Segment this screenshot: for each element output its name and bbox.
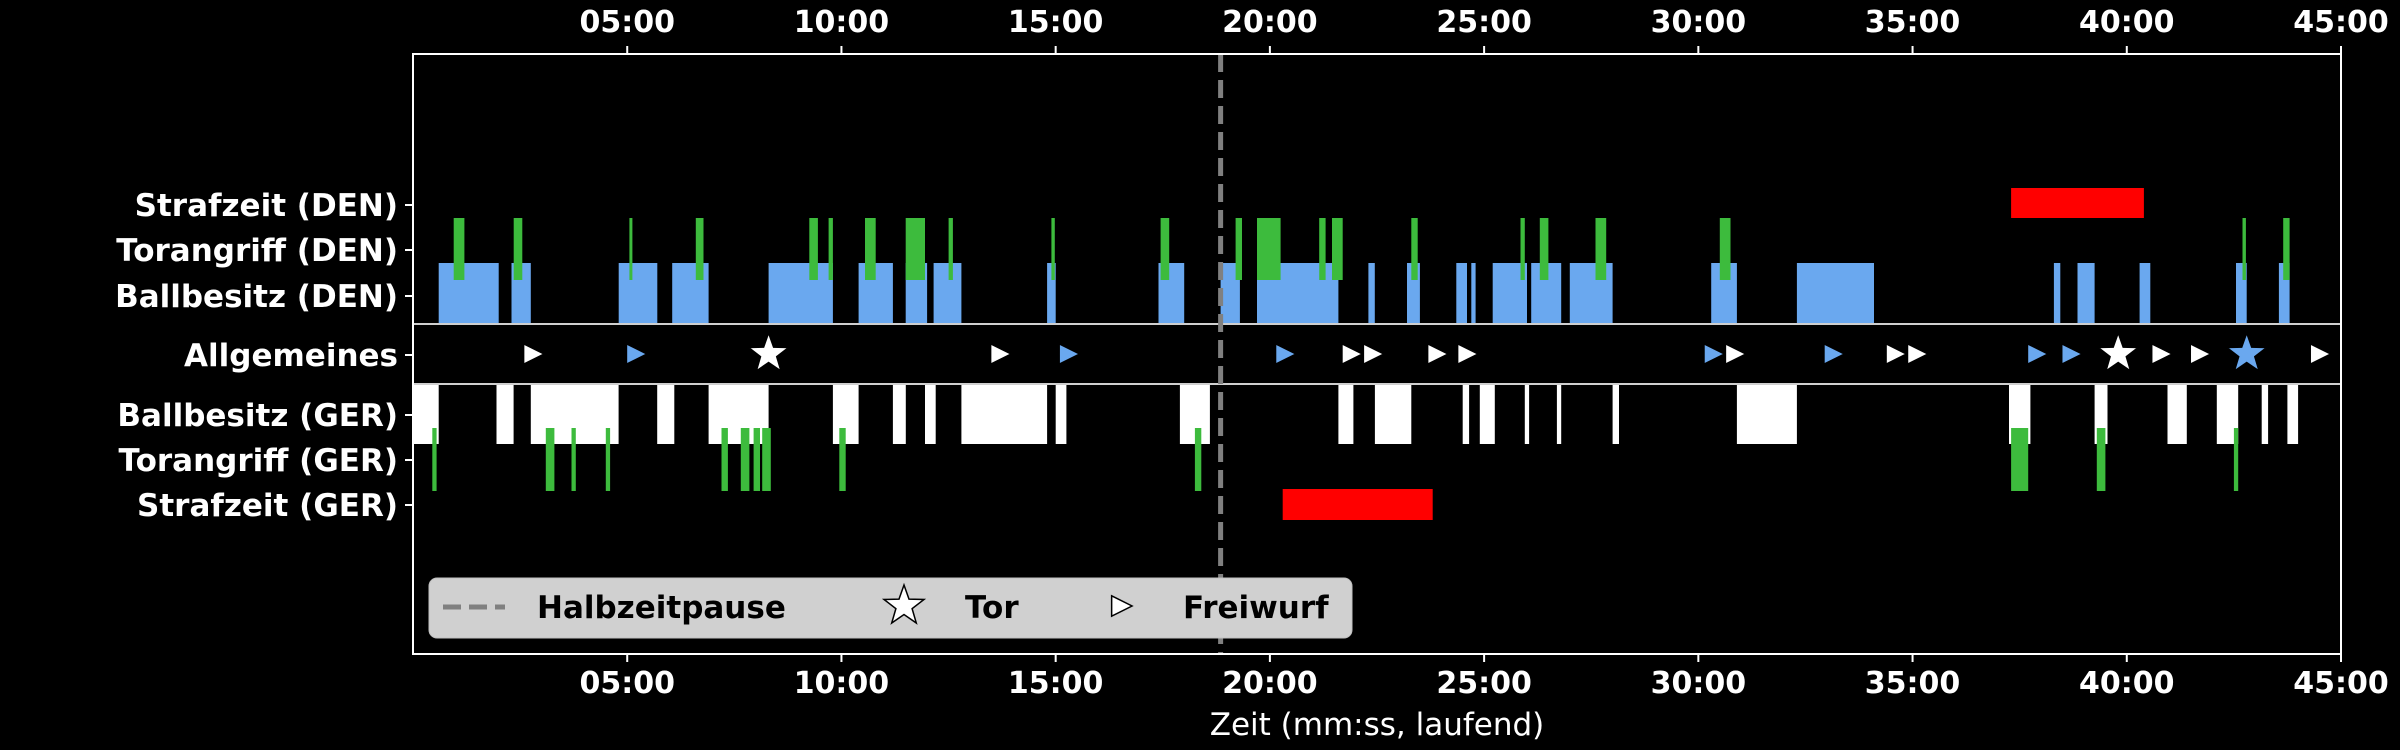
ballbesitz-den-bar: [618, 263, 658, 324]
ballbesitz-den-bar: [2053, 263, 2061, 324]
torangriff-den-bar: [1595, 218, 1607, 280]
torangriff-den-bar: [1235, 218, 1242, 280]
ballbesitz-ger-bar: [2261, 384, 2269, 444]
torangriff-den-bar: [513, 218, 523, 280]
ballbesitz-den-bar: [858, 263, 893, 324]
x-tick-label-top: 10:00: [794, 5, 890, 40]
ballbesitz-den-bar: [1471, 263, 1476, 324]
torangriff-den-bar: [809, 218, 818, 280]
row-label-strafzeit-ger: Strafzeit (GER): [137, 488, 398, 524]
torangriff-ger-bar: [753, 428, 760, 491]
x-tick-label-top: 40:00: [2079, 5, 2175, 40]
legend: Halbzeitpause Tor Freiwurf: [428, 577, 1353, 639]
torangriff-den-bar: [1332, 218, 1343, 280]
x-tick-label-bottom: 35:00: [1865, 666, 1961, 701]
torangriff-ger-bar: [571, 428, 576, 491]
torangriff-ger-bar: [432, 428, 437, 491]
ballbesitz-ger-bar: [657, 384, 675, 444]
x-tick-label-top: 20:00: [1222, 5, 1318, 40]
torangriff-den-bar: [1411, 218, 1418, 280]
torangriff-ger-bar: [740, 428, 750, 491]
legend-label-tor: Tor: [965, 590, 1019, 626]
x-axis-title: Zeit (mm:ss, laufend): [1210, 707, 1545, 743]
row-label-torangriff-ger: Torangriff (GER): [119, 443, 398, 479]
x-tick-label-bottom: 40:00: [2079, 666, 2175, 701]
x-tick-label-top: 05:00: [579, 5, 675, 40]
ballbesitz-ger-bar: [1055, 384, 1067, 444]
torangriff-den-bar: [2242, 218, 2246, 280]
torangriff-ger-bar: [1194, 428, 1202, 491]
row-label-strafzeit-den: Strafzeit (DEN): [135, 188, 398, 224]
torangriff-den-bar: [1051, 218, 1055, 280]
ballbesitz-den-bar: [1796, 263, 1874, 324]
row-label-ballbesitz-ger: Ballbesitz (GER): [117, 398, 398, 434]
ballbesitz-ger-bar: [1338, 384, 1354, 444]
x-tick-label-top: 25:00: [1436, 5, 1532, 40]
x-tick-label-top: 30:00: [1651, 5, 1747, 40]
torangriff-ger-bar: [762, 428, 771, 491]
torangriff-den-bar: [629, 218, 633, 280]
torangriff-den-bar: [1520, 218, 1525, 280]
x-tick-label-bottom: 30:00: [1651, 666, 1747, 701]
x-tick-label-top: 45:00: [2293, 5, 2389, 40]
torangriff-ger-bar: [605, 428, 611, 491]
ballbesitz-ger-bar: [2167, 384, 2187, 444]
torangriff-den-bar: [1719, 218, 1731, 280]
ballbesitz-ger-bar: [1736, 384, 1797, 444]
legend-label-halbzeitpause: Halbzeitpause: [537, 590, 786, 626]
torangriff-ger-bar: [545, 428, 555, 491]
torangriff-den-bar: [828, 218, 833, 280]
x-tick-label-bottom: 10:00: [794, 666, 890, 701]
torangriff-ger-bar: [2233, 428, 2239, 491]
ballbesitz-ger-bar: [1479, 384, 1495, 444]
torangriff-den-bar: [1160, 218, 1170, 280]
ballbesitz-den-bar: [2139, 263, 2151, 324]
strafzeit-ger-bar: [1282, 489, 1433, 520]
torangriff-den-bar: [948, 218, 953, 280]
ballbesitz-ger-bar: [496, 384, 514, 444]
torangriff-den-bar: [453, 218, 465, 280]
x-tick-label-bottom: 15:00: [1008, 666, 1104, 701]
ballbesitz-ger-bar: [1374, 384, 1412, 444]
timeline-chart: 05:00 05:00 10:00 10:00 15:00 15:00 20:00 20:00…: [0, 0, 2400, 750]
ballbesitz-ger-bar: [2287, 384, 2299, 444]
torangriff-den-bar: [2283, 218, 2290, 280]
torangriff-den-bar: [865, 218, 876, 280]
ballbesitz-ger-bar: [1524, 384, 1530, 444]
ballbesitz-den-bar: [933, 263, 962, 324]
ballbesitz-ger-bar: [832, 384, 859, 444]
ballbesitz-den-bar: [1368, 263, 1375, 324]
x-tick-label-bottom: 05:00: [579, 666, 675, 701]
row-label-allgemeines: Allgemeines: [184, 338, 398, 374]
torangriff-ger-bar: [2096, 428, 2106, 491]
x-tick-label-bottom: 25:00: [1436, 666, 1532, 701]
x-tick-label-bottom: 20:00: [1222, 666, 1318, 701]
torangriff-ger-bar: [839, 428, 846, 491]
torangriff-ger-bar: [2011, 428, 2029, 491]
ballbesitz-den-bar: [438, 263, 499, 324]
ballbesitz-ger-bar: [925, 384, 936, 444]
ballbesitz-den-bar: [1456, 263, 1467, 324]
ballbesitz-den-bar: [2077, 263, 2095, 324]
ballbesitz-den-bar: [768, 263, 833, 324]
torangriff-den-bar: [695, 218, 704, 280]
ballbesitz-ger-bar: [892, 384, 906, 444]
x-tick-label-bottom: 45:00: [2293, 666, 2389, 701]
torangriff-den-bar: [1319, 218, 1326, 280]
torangriff-ger-bar: [721, 428, 728, 491]
ballbesitz-ger-bar: [961, 384, 1048, 444]
ballbesitz-ger-bar: [1556, 384, 1562, 444]
strafzeit-den-bar: [2011, 188, 2144, 218]
legend-label-freiwurf: Freiwurf: [1183, 590, 1329, 626]
ballbesitz-ger-bar: [1612, 384, 1619, 444]
torangriff-den-bar: [1257, 218, 1281, 280]
x-tick-label-top: 15:00: [1008, 5, 1104, 40]
row-label-ballbesitz-den: Ballbesitz (DEN): [115, 279, 398, 315]
x-tick-label-top: 35:00: [1865, 5, 1961, 40]
torangriff-den-bar: [905, 218, 925, 280]
ballbesitz-ger-bar: [1462, 384, 1470, 444]
torangriff-den-bar: [1539, 218, 1549, 280]
row-label-torangriff-den: Torangriff (DEN): [116, 233, 398, 269]
